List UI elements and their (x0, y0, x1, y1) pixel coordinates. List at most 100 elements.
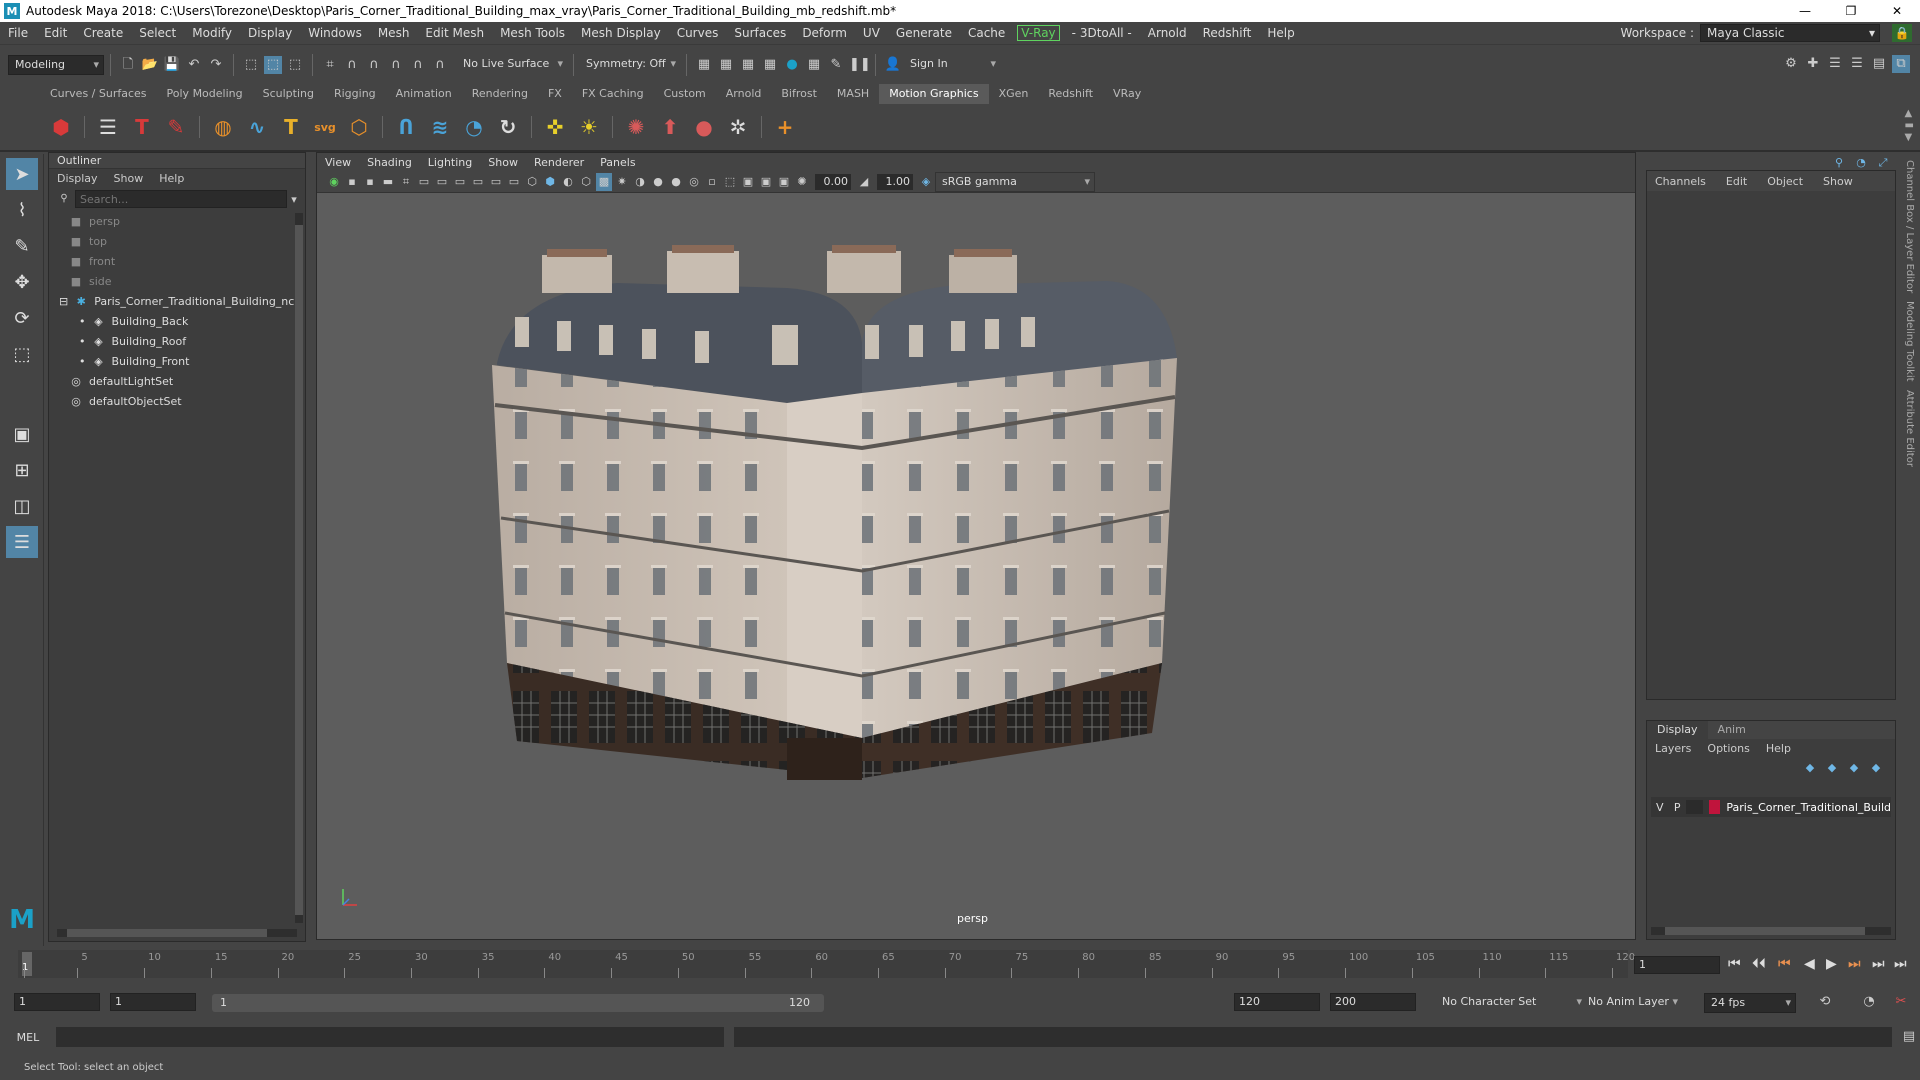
workspace-dropdown[interactable]: Maya Classic (1700, 24, 1880, 42)
four-pane-icon[interactable]: ⊞ (6, 454, 38, 486)
shelf-tab-curves-surfaces[interactable]: Curves / Surfaces (40, 84, 157, 104)
anti-aliasing-icon[interactable]: ◎ (686, 173, 702, 191)
menu-3dtoall[interactable]: - 3DtoAll - (1064, 26, 1140, 40)
viewport-menu-shading[interactable]: Shading (367, 156, 412, 169)
layer-type-toggle[interactable] (1685, 800, 1704, 814)
shelf-tab-poly-modeling[interactable]: Poly Modeling (157, 84, 253, 104)
shelf-tab-vray[interactable]: VRay (1103, 84, 1151, 104)
playback-start-field[interactable]: 1 (110, 993, 196, 1011)
screen-space-ao-icon[interactable]: ● (650, 173, 666, 191)
menu-deform[interactable]: Deform (794, 26, 855, 40)
expand-icon[interactable]: ⊟ (59, 295, 68, 308)
render-settings-icon[interactable]: ▦ (761, 56, 779, 74)
outliner-item[interactable]: • ◈ Building_Roof (49, 331, 305, 351)
viewport-canvas[interactable]: persp (317, 193, 1635, 939)
area-light-icon[interactable]: ✜ (541, 113, 569, 141)
outliner-menu-display[interactable]: Display (57, 172, 98, 185)
camera-attr-icon[interactable]: ▪ (344, 173, 360, 191)
default-material-icon[interactable]: ◐ (560, 173, 576, 191)
play-forwards-icon[interactable]: ▶ (1826, 956, 1837, 972)
snap-projected-icon[interactable]: ∩ (387, 56, 405, 74)
step-forward-icon[interactable]: ⏭ (1872, 956, 1885, 972)
channel-menu-channels[interactable]: Channels (1655, 175, 1706, 188)
snap-point-icon[interactable]: ∩ (365, 56, 383, 74)
shelf-tab-xgen[interactable]: XGen (989, 84, 1039, 104)
lock-icon[interactable]: 🔒 (1892, 24, 1912, 42)
redo-icon[interactable]: ↷ (207, 56, 225, 74)
viewport-menu-panels[interactable]: Panels (600, 156, 635, 169)
anim-layer-dropdown[interactable]: No Anim Layer (1582, 993, 1682, 1013)
rotate-tool-icon[interactable]: ⟳ (6, 302, 38, 334)
layer-menu-options[interactable]: Options (1707, 742, 1749, 755)
shelf-tab-sculpting[interactable]: Sculpting (253, 84, 324, 104)
wave-deformer-icon[interactable]: ≋ (426, 113, 454, 141)
scale-tool-icon[interactable]: ⬚ (6, 338, 38, 370)
smooth-shade-icon[interactable]: ⬢ (542, 173, 558, 191)
film-gate-icon[interactable]: ▭ (416, 173, 432, 191)
twist-icon[interactable]: ↻ (494, 113, 522, 141)
viewport-menu-lighting[interactable]: Lighting (428, 156, 472, 169)
range-bar[interactable]: 1 120 (212, 994, 824, 1012)
outliner-item[interactable]: • ◈ Building_Back (49, 311, 305, 331)
menu-curves[interactable]: Curves (669, 26, 727, 40)
shelf-tab-motion-graphics[interactable]: Motion Graphics (879, 84, 989, 104)
step-back-key-icon[interactable]: ⏮ (1778, 956, 1791, 972)
shelf-tab-mash[interactable]: MASH (827, 84, 879, 104)
menu-arnold[interactable]: Arnold (1140, 26, 1195, 40)
exposure-icon[interactable]: ✺ (794, 173, 810, 191)
layer-menu-layers[interactable]: Layers (1655, 742, 1691, 755)
add-icon[interactable]: + (771, 113, 799, 141)
channel-menu-object[interactable]: Object (1767, 175, 1803, 188)
save-scene-icon[interactable]: 💾 (163, 56, 181, 74)
type-tool-icon[interactable]: T (128, 113, 156, 141)
playback-end-field[interactable]: 120 (1234, 993, 1320, 1011)
new-layer-selected-icon[interactable]: ◆ (1867, 759, 1885, 777)
mash-dynamics-icon[interactable]: ● (690, 113, 718, 141)
layer-row[interactable]: V P Paris_Corner_Traditional_Build (1651, 797, 1891, 817)
camera-select-icon[interactable]: ◉ (326, 173, 342, 191)
channel-box-icon[interactable]: ▤ (1870, 55, 1888, 73)
end-time-field[interactable]: 200 (1330, 993, 1416, 1011)
two-pane-icon[interactable]: ◫ (6, 490, 38, 522)
move-tool-icon[interactable]: ✥ (6, 266, 38, 298)
symmetry-dropdown[interactable]: Symmetry: Off (580, 54, 680, 75)
new-scene-icon[interactable]: 🗋 (119, 56, 137, 74)
shelf-tab-fx[interactable]: FX (538, 84, 572, 104)
outliner-vscroll[interactable] (295, 213, 303, 923)
shelf-tab-animation[interactable]: Animation (386, 84, 462, 104)
mash-distribute-icon[interactable]: ⬆ (656, 113, 684, 141)
shelf-scroll[interactable]: ▲ ▬ ▼ (1905, 108, 1914, 144)
viewport-menu-view[interactable]: View (325, 156, 351, 169)
outliner-item[interactable]: ■ front (49, 251, 305, 271)
command-input[interactable] (55, 1027, 725, 1047)
anim-prefs-icon[interactable]: ✂ (1892, 993, 1910, 1011)
menu-file[interactable]: File (0, 26, 36, 40)
current-frame-field[interactable]: 1 (1634, 956, 1720, 974)
bookmark-icon[interactable]: ▪ (362, 173, 378, 191)
render-setup-icon[interactable]: ▦ (805, 56, 823, 74)
outliner-item[interactable]: ◎ defaultLightSet (49, 371, 305, 391)
shelf-tab-redshift[interactable]: Redshift (1038, 84, 1103, 104)
live-surface-field[interactable]: No Live Surface (457, 54, 567, 75)
lasso-tool-icon[interactable]: ⌇ (6, 194, 38, 226)
resolution-gate-icon[interactable]: ▭ (434, 173, 450, 191)
menu-mesh[interactable]: Mesh (370, 26, 418, 40)
xray-components-icon[interactable]: ▣ (776, 173, 792, 191)
minimize-icon[interactable]: — (1782, 0, 1828, 22)
light-editor-icon[interactable]: ✎ (827, 56, 845, 74)
menu-select[interactable]: Select (131, 26, 184, 40)
step-back-icon[interactable]: ⏴⏴ (1752, 956, 1766, 972)
mash-network-icon[interactable]: ✺ (622, 113, 650, 141)
menu-edit[interactable]: Edit (36, 26, 75, 40)
script-language-button[interactable]: MEL (0, 1031, 56, 1044)
snap-live-icon[interactable]: ∩ (431, 56, 449, 74)
viewport-menu-show[interactable]: Show (488, 156, 518, 169)
tool-settings-icon[interactable]: ☰ (1848, 55, 1866, 73)
shadows-icon[interactable]: ◑ (632, 173, 648, 191)
menu-modify[interactable]: Modify (184, 26, 240, 40)
undo-icon[interactable]: ↶ (185, 56, 203, 74)
use-lights-icon[interactable]: ✷ (614, 173, 630, 191)
loop-icon[interactable]: ⟲ (1816, 993, 1834, 1011)
color-management-icon[interactable]: ◈ (918, 173, 934, 191)
outliner-hscroll[interactable] (57, 929, 297, 937)
